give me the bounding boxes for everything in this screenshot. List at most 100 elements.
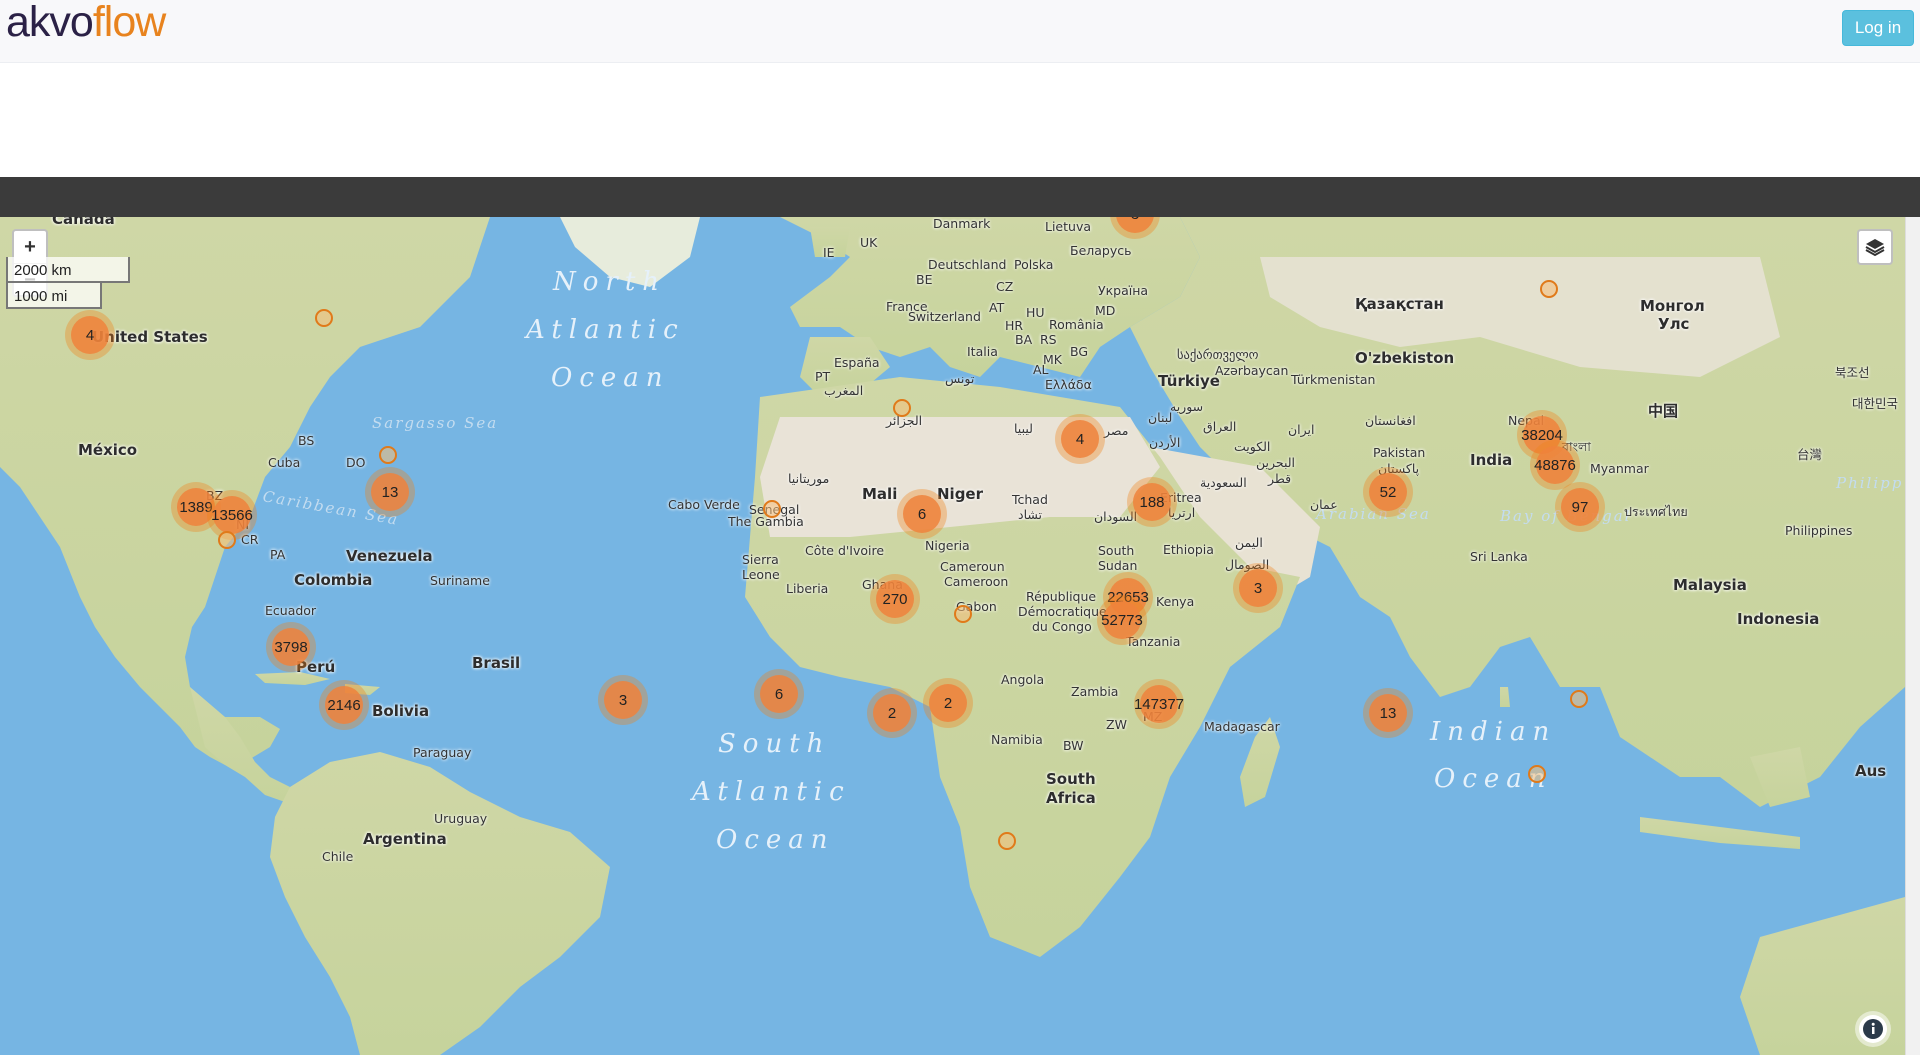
sea-label: Sargasso Sea bbox=[372, 414, 499, 432]
country-label: Argentina bbox=[363, 830, 447, 848]
map-view[interactable]: North Atlantic Ocean South Atlantic Ocea… bbox=[0, 217, 1905, 1055]
info-icon[interactable] bbox=[1859, 1015, 1887, 1043]
map-point-marker[interactable] bbox=[763, 500, 781, 518]
ocean-label: Atlantic bbox=[526, 315, 685, 345]
country-label: IE bbox=[823, 245, 835, 260]
country-label: Nigeria bbox=[925, 538, 970, 553]
country-label: India bbox=[1470, 451, 1513, 469]
country-label: السعودية bbox=[1200, 475, 1247, 490]
cluster-count: 52773 bbox=[1101, 601, 1143, 639]
country-label: Démocratique bbox=[1018, 604, 1107, 619]
country-label: Colombia bbox=[294, 571, 373, 589]
cluster-count: 6 bbox=[760, 675, 798, 713]
map-cluster[interactable]: 188 bbox=[1127, 477, 1177, 527]
map-point-marker[interactable] bbox=[998, 832, 1016, 850]
map-cluster[interactable]: 2146 bbox=[319, 680, 369, 730]
map-cluster[interactable]: 52 bbox=[1363, 467, 1413, 517]
country-label: المغرب bbox=[824, 383, 864, 398]
country-label: Україна bbox=[1098, 283, 1149, 298]
map-point-marker[interactable] bbox=[315, 309, 333, 327]
country-label: Aus bbox=[1855, 762, 1887, 780]
country-label: Uruguay bbox=[434, 811, 488, 826]
map-cluster[interactable]: 97 bbox=[1555, 482, 1605, 532]
country-label: Côte d'Ivoire bbox=[805, 543, 885, 558]
map-toolbar-bar bbox=[0, 177, 1920, 217]
country-label: AL bbox=[1033, 362, 1049, 377]
country-label: Монгол bbox=[1640, 297, 1705, 315]
country-label: الأردن bbox=[1149, 435, 1181, 450]
country-label: Lietuva bbox=[1045, 219, 1092, 234]
map-cluster[interactable]: 4 bbox=[1055, 414, 1105, 464]
country-label: Deutschland bbox=[928, 257, 1007, 272]
country-label: Canada bbox=[52, 217, 115, 228]
country-label: Philipp bbox=[1836, 474, 1904, 492]
map-point-marker[interactable] bbox=[954, 605, 972, 623]
map-cluster[interactable]: 147377 bbox=[1134, 679, 1184, 729]
cluster-count: 3798 bbox=[272, 628, 310, 666]
map-point-marker[interactable] bbox=[379, 446, 397, 464]
map-cluster[interactable]: 3 bbox=[1233, 563, 1283, 613]
country-label: Suriname bbox=[430, 573, 490, 588]
map-cluster[interactable]: 13 bbox=[1363, 688, 1413, 738]
country-label: Ethiopia bbox=[1163, 542, 1214, 557]
country-label: قطر bbox=[1268, 471, 1292, 486]
country-label: ایران bbox=[1288, 422, 1315, 437]
country-label: საქართველო bbox=[1177, 347, 1259, 362]
country-label: Ελλάδα bbox=[1045, 377, 1092, 392]
cluster-count: 6 bbox=[903, 495, 941, 533]
country-label: México bbox=[78, 441, 138, 459]
page-scrollbar[interactable] bbox=[1905, 217, 1920, 1055]
country-label: 대한민국 bbox=[1852, 396, 1899, 411]
cluster-count: 3 bbox=[604, 681, 642, 719]
country-label: BG bbox=[1070, 344, 1089, 359]
map-point-marker[interactable] bbox=[1570, 690, 1588, 708]
country-label: RS bbox=[1040, 332, 1057, 347]
country-label: CZ bbox=[996, 279, 1014, 294]
country-label: DO bbox=[346, 455, 366, 470]
country-label: du Congo bbox=[1032, 619, 1092, 634]
map-cluster[interactable]: 2 bbox=[923, 678, 973, 728]
cluster-count: 13566 bbox=[211, 496, 253, 534]
country-label: O'zbekiston bbox=[1355, 349, 1455, 367]
ocean-label: North bbox=[553, 267, 667, 297]
cluster-count: 48876 bbox=[1534, 446, 1576, 484]
country-label: HU bbox=[1026, 305, 1045, 320]
country-label: ليبيا bbox=[1014, 421, 1033, 436]
map-cluster[interactable]: 6 bbox=[897, 489, 947, 539]
map-cluster[interactable]: 3 bbox=[598, 675, 648, 725]
ocean-label: Atlantic bbox=[692, 777, 851, 807]
map-cluster[interactable]: 13 bbox=[365, 467, 415, 517]
map-cluster[interactable]: 2 bbox=[867, 688, 917, 738]
map-point-marker[interactable] bbox=[1540, 280, 1558, 298]
map-cluster[interactable]: 6 bbox=[754, 669, 804, 719]
ocean-label: Ocean bbox=[716, 825, 835, 855]
country-label: Madagascar bbox=[1204, 719, 1280, 734]
layers-icon[interactable] bbox=[1857, 229, 1893, 265]
cluster-count: 13 bbox=[1369, 694, 1407, 732]
country-label: العراق bbox=[1203, 419, 1237, 434]
country-label: Indonesia bbox=[1737, 610, 1820, 628]
country-label: Улс bbox=[1658, 315, 1690, 333]
map-cluster[interactable]: 52773 bbox=[1097, 595, 1147, 645]
login-button[interactable]: Log in bbox=[1842, 10, 1914, 46]
cluster-count: 147377 bbox=[1134, 685, 1184, 723]
map-cluster[interactable]: 270 bbox=[870, 574, 920, 624]
country-label: Italia bbox=[967, 344, 998, 359]
country-label: BS bbox=[298, 433, 315, 448]
country-label: Türkmenistan bbox=[1291, 372, 1376, 387]
map-cluster[interactable]: 4 bbox=[65, 310, 115, 360]
country-label: Mali bbox=[862, 485, 898, 503]
country-label: تشاد bbox=[1018, 507, 1043, 522]
country-label: Sierra bbox=[742, 552, 779, 567]
country-label: 中国 bbox=[1648, 402, 1679, 420]
map-point-marker[interactable] bbox=[1528, 765, 1546, 783]
cluster-count: 13 bbox=[371, 473, 409, 511]
map-cluster[interactable]: 3798 bbox=[266, 622, 316, 672]
map-point-marker[interactable] bbox=[893, 399, 911, 417]
country-label: Zambia bbox=[1071, 684, 1119, 699]
map-point-marker[interactable] bbox=[218, 531, 236, 549]
country-label: لبنان bbox=[1148, 410, 1173, 425]
cluster-count: 2146 bbox=[325, 686, 363, 724]
akvoflow-logo[interactable]: akvoflow bbox=[6, 0, 166, 47]
country-label: Беларусь bbox=[1070, 243, 1132, 258]
